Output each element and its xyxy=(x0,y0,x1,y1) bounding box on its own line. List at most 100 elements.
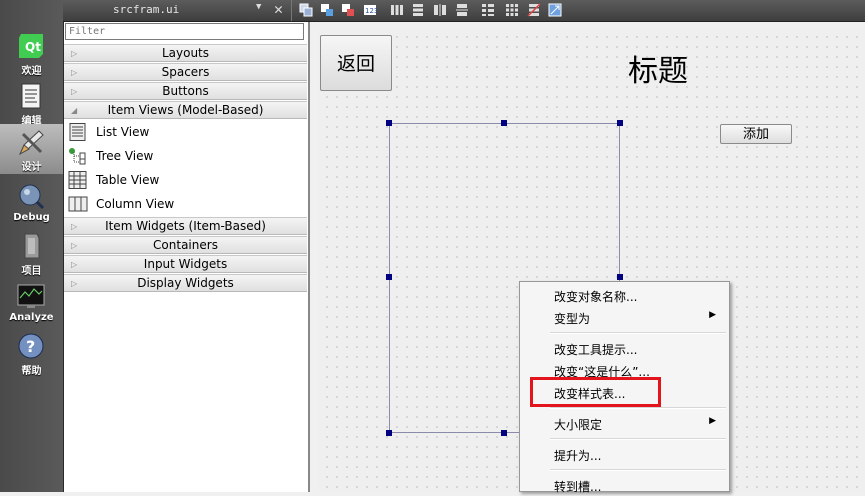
menu-item-label: 转到槽... xyxy=(554,480,602,494)
expand-arrow-icon: ▷ xyxy=(71,241,78,250)
expand-arrow-icon: ▷ xyxy=(71,279,78,288)
category-input-widgets[interactable]: ▷ Input Widgets xyxy=(64,255,307,273)
submenu-arrow-icon: ▶ xyxy=(709,310,716,320)
qt-logo-icon: Qt xyxy=(19,34,43,58)
menu-separator xyxy=(550,438,726,440)
back-button[interactable]: 返回 xyxy=(320,35,392,91)
menu-separator xyxy=(550,469,726,471)
widget-label: Column View xyxy=(96,197,175,211)
layout-vertical-icon[interactable] xyxy=(411,3,425,17)
resize-handle[interactable] xyxy=(386,430,392,436)
menu-item-size-constraints[interactable]: 大小限定 ▶ xyxy=(520,412,729,434)
menu-item-morph-into[interactable]: 变型为 ▶ xyxy=(520,306,729,328)
close-document-icon[interactable]: ✕ xyxy=(274,0,283,18)
expand-arrow-icon: ▷ xyxy=(71,260,78,269)
edit-document-icon xyxy=(21,83,41,109)
category-label: Item Views (Model-Based) xyxy=(107,103,264,117)
help-icon: ? xyxy=(18,333,44,359)
layout-grid-icon[interactable] xyxy=(505,3,519,17)
category-label: Layouts xyxy=(161,46,210,60)
design-pencil-icon xyxy=(18,130,44,156)
category-label: Item Widgets (Item-Based) xyxy=(105,219,266,233)
widget-filter-input[interactable] xyxy=(65,23,304,40)
edit-buddies-icon[interactable] xyxy=(341,3,355,17)
layout-horizontal-splitter-icon[interactable] xyxy=(433,3,447,17)
open-file-name: srcfram.ui xyxy=(113,3,180,16)
mode-label: Analyze xyxy=(9,312,54,323)
widget-list-view[interactable]: List View xyxy=(64,120,307,144)
mode-selector-bar: Qt 欢迎 编辑 设计 Debug 项目 Analyze ? 帮助 xyxy=(0,0,64,492)
mode-label: Debug xyxy=(13,212,50,223)
edit-tab-order-icon[interactable]: 123 xyxy=(363,3,377,17)
category-display-widgets[interactable]: ▷ Display Widgets xyxy=(64,274,307,292)
menu-item-label: 大小限定 xyxy=(554,418,603,432)
submenu-arrow-icon: ▶ xyxy=(709,416,716,426)
open-documents-combo[interactable]: srcfram.ui ▼ ✕ xyxy=(63,0,283,21)
tree-view-icon xyxy=(69,148,86,165)
analyze-monitor-icon xyxy=(17,284,45,308)
category-label: Display Widgets xyxy=(137,276,234,290)
edit-widgets-icon[interactable] xyxy=(299,3,313,17)
svg-text:123: 123 xyxy=(365,7,377,15)
widget-box-panel: ▷ Layouts ▷ Spacers ▷ Buttons ◢ Item Vie… xyxy=(64,22,310,492)
resize-handle[interactable] xyxy=(501,430,507,436)
menu-item-label: 改变对象名称... xyxy=(554,290,638,304)
category-item-views[interactable]: ◢ Item Views (Model-Based) xyxy=(64,101,307,119)
menu-item-change-object-name[interactable]: 改变对象名称... xyxy=(520,284,729,306)
category-label: Input Widgets xyxy=(143,257,228,271)
mode-project[interactable]: 项目 xyxy=(0,228,63,278)
designer-toolbar: srcfram.ui ▼ ✕ 123 xyxy=(63,0,865,22)
table-view-icon xyxy=(68,171,87,189)
resize-handle[interactable] xyxy=(386,274,392,280)
menu-separator xyxy=(550,332,726,334)
annotation-highlight-box xyxy=(530,377,661,407)
resize-handle[interactable] xyxy=(386,120,392,126)
layout-form-icon[interactable] xyxy=(481,3,495,17)
widget-table-view[interactable]: Table View xyxy=(64,168,307,192)
expand-arrow-icon: ▷ xyxy=(71,68,78,77)
mode-label: 帮助 xyxy=(21,366,42,377)
collapse-arrow-icon: ◢ xyxy=(71,106,78,115)
menu-item-label: 变型为 xyxy=(554,312,591,326)
mode-analyze[interactable]: Analyze xyxy=(0,278,63,328)
resize-handle[interactable] xyxy=(617,120,623,126)
column-view-icon xyxy=(68,196,88,212)
layout-vertical-splitter-icon[interactable] xyxy=(455,3,469,17)
menu-item-go-to-slot[interactable]: 转到槽... xyxy=(520,474,729,496)
widget-column-view[interactable]: Column View xyxy=(64,192,307,216)
mode-help[interactable]: ? 帮助 xyxy=(0,328,63,378)
resize-handle[interactable] xyxy=(501,120,507,126)
category-buttons[interactable]: ▷ Buttons xyxy=(64,82,307,100)
category-label: Containers xyxy=(153,238,218,252)
adjust-size-icon[interactable] xyxy=(548,3,562,17)
mode-label: 设计 xyxy=(21,162,42,173)
widget-tree-view[interactable]: Tree View xyxy=(64,144,307,168)
layout-horizontal-icon[interactable] xyxy=(390,3,404,17)
menu-item-change-tooltip[interactable]: 改变工具提示... xyxy=(520,337,729,359)
menu-item-promote-to[interactable]: 提升为... xyxy=(520,443,729,465)
menu-separator xyxy=(550,407,726,409)
category-label: Spacers xyxy=(161,65,210,79)
category-item-widgets[interactable]: ▷ Item Widgets (Item-Based) xyxy=(64,217,307,235)
mode-design[interactable]: 设计 xyxy=(0,124,63,174)
category-spacers[interactable]: ▷ Spacers xyxy=(64,63,307,81)
edit-signals-icon[interactable] xyxy=(320,3,334,17)
category-containers[interactable]: ▷ Containers xyxy=(64,236,307,254)
break-layout-icon[interactable] xyxy=(527,3,541,17)
mode-edit[interactable]: 编辑 xyxy=(0,78,63,128)
mode-welcome[interactable]: Qt 欢迎 xyxy=(0,28,63,78)
mode-debug[interactable]: Debug xyxy=(0,178,63,228)
widget-label: List View xyxy=(96,125,150,139)
expand-arrow-icon: ▷ xyxy=(71,49,78,58)
list-view-icon xyxy=(69,123,86,141)
add-button[interactable]: 添加 xyxy=(720,124,792,144)
resize-handle[interactable] xyxy=(617,274,623,280)
category-layouts[interactable]: ▷ Layouts xyxy=(64,44,307,62)
menu-item-label: 改变工具提示... xyxy=(554,343,638,357)
category-label: Buttons xyxy=(162,84,209,98)
mode-label: 欢迎 xyxy=(21,66,42,77)
form-title-label[interactable]: 标题 xyxy=(628,46,688,90)
expand-arrow-icon: ▷ xyxy=(71,87,78,96)
svg-text:Qt: Qt xyxy=(25,40,41,54)
menu-item-label: 提升为... xyxy=(554,449,602,463)
